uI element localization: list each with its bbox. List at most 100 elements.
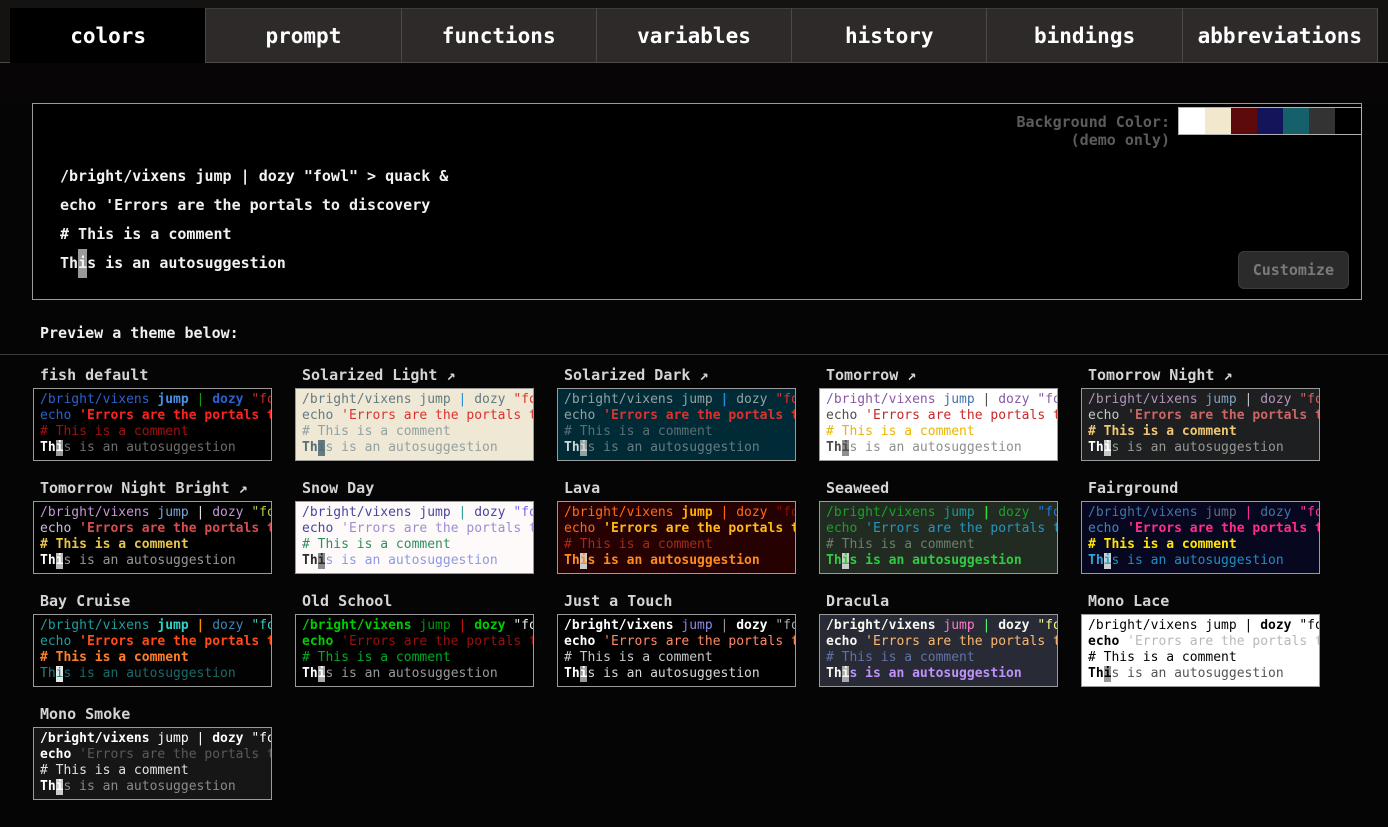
theme-preview-old-school[interactable]: /bright/vixens jump | dozy "fowl" > quac… <box>295 614 534 687</box>
code-segment <box>71 521 79 536</box>
theme-preview-tomorrow-night[interactable]: /bright/vixens jump | dozy "fowl" > quac… <box>1081 388 1320 461</box>
code-segment: s is an autosuggestion <box>849 440 1021 455</box>
code-segment <box>595 521 603 536</box>
tab-history[interactable]: history <box>791 8 986 62</box>
customize-button[interactable]: Customize <box>1238 251 1349 289</box>
swatch-strip <box>1178 107 1362 135</box>
code-segment: Th <box>1088 440 1104 455</box>
code-segment <box>333 634 341 649</box>
tab-prompt[interactable]: prompt <box>205 8 400 62</box>
theme-card-lava: Lava/bright/vixens jump | dozy "fowl" > … <box>557 474 819 574</box>
theme-preview-solarized-light[interactable]: /bright/vixens jump | dozy "fowl" > quac… <box>295 388 534 461</box>
code-segment: | <box>241 167 250 185</box>
preview-line: echo 'Errors are the portals to discover… <box>302 408 533 424</box>
code-segment <box>96 196 105 214</box>
theme-title-fish-default: fish default <box>33 361 295 388</box>
preview-line: /bright/vixens jump | dozy "fowl" > quac… <box>40 505 271 521</box>
bg-swatch[interactable] <box>1205 108 1231 134</box>
theme-title-solarized-dark[interactable]: Solarized Dark ↗ <box>557 361 819 388</box>
theme-preview-fairground[interactable]: /bright/vixens jump | dozy "fowl" > quac… <box>1081 501 1320 574</box>
theme-title-just-a-touch: Just a Touch <box>557 587 819 614</box>
code-segment: s is an autosuggestion <box>849 666 1021 681</box>
preview-line: echo 'Errors are the portals to discover… <box>40 634 271 650</box>
code-segment: dozy <box>474 618 505 633</box>
theme-preview-tomorrow-night-bright[interactable]: /bright/vixens jump | dozy "fowl" > quac… <box>33 501 272 574</box>
code-segment: s is an autosuggestion <box>587 440 759 455</box>
preview-line: echo 'Errors are the portals to discover… <box>1088 634 1319 650</box>
preview-line: This is an autosuggestion <box>40 553 271 569</box>
theme-preview-solarized-dark[interactable]: /bright/vixens jump | dozy "fowl" > quac… <box>557 388 796 461</box>
tab-variables[interactable]: variables <box>596 8 791 62</box>
code-segment: # This is a comment <box>40 537 189 552</box>
code-segment <box>975 505 983 520</box>
code-segment <box>189 731 197 746</box>
code-segment: 'Errors are the portals to discovery <box>79 634 271 649</box>
theme-title-fairground: Fairground <box>1081 474 1343 501</box>
theme-preview-seaweed[interactable]: /bright/vixens jump | dozy "fowl" > quac… <box>819 501 1058 574</box>
code-segment: "fowl" > quack & <box>513 618 533 633</box>
code-segment: echo <box>826 521 857 536</box>
theme-preview-snow-day[interactable]: /bright/vixens jump | dozy "fowl" > quac… <box>295 501 534 574</box>
tab-colors[interactable]: colors <box>10 8 205 63</box>
code-segment: echo <box>1088 634 1119 649</box>
theme-title-tomorrow-night[interactable]: Tomorrow Night ↗ <box>1081 361 1343 388</box>
code-segment: Th <box>826 666 842 681</box>
theme-preview-bay-cruise[interactable]: /bright/vixens jump | dozy "fowl" > quac… <box>33 614 272 687</box>
code-segment: "fowl" > quack & <box>775 505 795 520</box>
code-segment <box>1237 618 1245 633</box>
theme-card-tomorrow-night: Tomorrow Night ↗/bright/vixens jump | do… <box>1081 361 1343 461</box>
bg-swatch[interactable] <box>1283 108 1309 134</box>
theme-title-dracula: Dracula <box>819 587 1081 614</box>
preview-line: echo 'Errors are the portals to discover… <box>826 634 1057 650</box>
theme-preview-just-a-touch[interactable]: /bright/vixens jump | dozy "fowl" > quac… <box>557 614 796 687</box>
code-segment: 'Errors are the portals to discovery <box>341 634 533 649</box>
tab-abbreviations[interactable]: abbreviations <box>1182 8 1378 62</box>
code-segment: dozy <box>736 392 767 407</box>
bg-swatch[interactable] <box>1257 108 1283 134</box>
preview-line: This is an autosuggestion <box>302 553 533 569</box>
preview-line: # This is a comment <box>564 650 795 666</box>
bg-swatch[interactable] <box>1335 108 1361 134</box>
preview-line: This is an autosuggestion <box>826 666 1057 682</box>
code-segment: s is an autosuggestion <box>63 779 235 794</box>
theme-card-tomorrow-night-bright: Tomorrow Night Bright ↗ /bright/vixens ju… <box>33 474 295 574</box>
theme-title-solarized-light[interactable]: Solarized Light ↗ <box>295 361 557 388</box>
code-segment: dozy <box>212 731 243 746</box>
preview-line: echo 'Errors are the portals to discover… <box>826 408 1057 424</box>
preview-line: /bright/vixens jump | dozy "fowl" > quac… <box>826 392 1057 408</box>
preview-line: /bright/vixens jump | dozy "fowl" > quac… <box>302 505 533 521</box>
theme-card-just-a-touch: Just a Touch/bright/vixens jump | dozy "… <box>557 587 819 687</box>
preview-line: This is an autosuggestion <box>1088 666 1319 682</box>
bg-swatch[interactable] <box>1179 108 1205 134</box>
code-segment: s is an autosuggestion <box>587 666 759 681</box>
bg-swatch[interactable] <box>1231 108 1257 134</box>
code-segment: jump <box>681 505 712 520</box>
code-segment: jump <box>157 731 188 746</box>
theme-preview-lava[interactable]: /bright/vixens jump | dozy "fowl" > quac… <box>557 501 796 574</box>
theme-title-tomorrow[interactable]: Tomorrow ↗ <box>819 361 1081 388</box>
preview-line: # This is a comment <box>40 424 271 440</box>
theme-card-solarized-light: Solarized Light ↗/bright/vixens jump | d… <box>295 361 557 461</box>
code-segment: s is an autosuggestion <box>325 553 497 568</box>
code-segment: echo <box>826 408 857 423</box>
code-segment: # This is a comment <box>302 424 451 439</box>
theme-preview-mono-lace[interactable]: /bright/vixens jump | dozy "fowl" > quac… <box>1081 614 1320 687</box>
theme-preview-tomorrow[interactable]: /bright/vixens jump | dozy "fowl" > quac… <box>819 388 1058 461</box>
code-segment: # This is a comment <box>40 424 189 439</box>
code-segment <box>1237 505 1245 520</box>
code-segment <box>595 408 603 423</box>
code-segment: /bright/vixens <box>40 618 150 633</box>
code-segment: s is an autosuggestion <box>87 254 286 272</box>
code-segment: s is an autosuggestion <box>325 666 497 681</box>
theme-preview-fish-default[interactable]: /bright/vixens jump | dozy "fowl" > quac… <box>33 388 272 461</box>
tab-bindings[interactable]: bindings <box>986 8 1181 62</box>
bg-swatch[interactable] <box>1309 108 1335 134</box>
tab-functions[interactable]: functions <box>401 8 596 62</box>
theme-preview-dracula[interactable]: /bright/vixens jump | dozy "fowl" > quac… <box>819 614 1058 687</box>
code-segment: dozy <box>212 618 243 633</box>
code-segment: 'Errors are the portals to discovery <box>603 408 795 423</box>
code-segment: "fowl" > quack & <box>251 392 271 407</box>
code-segment: # This is a comment <box>564 424 713 439</box>
theme-preview-mono-smoke[interactable]: /bright/vixens jump | dozy "fowl" > quac… <box>33 727 272 800</box>
theme-title-tomorrow-night-bright[interactable]: Tomorrow Night Bright ↗ <box>33 474 295 501</box>
